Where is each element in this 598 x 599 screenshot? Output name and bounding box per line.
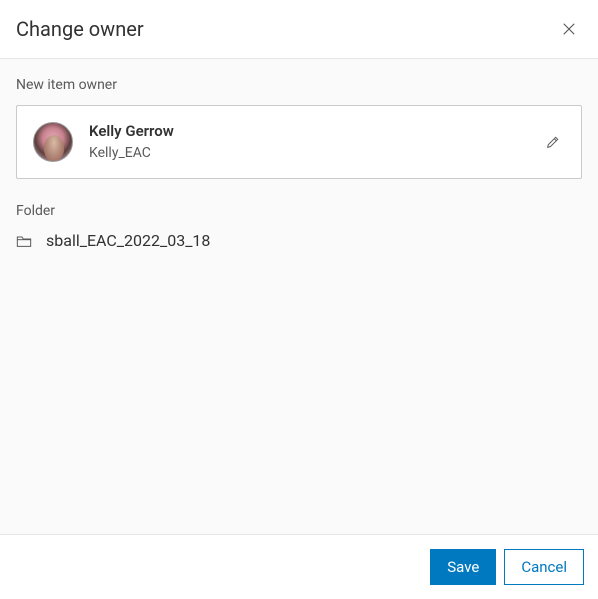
new-owner-label: New item owner (16, 77, 582, 93)
folder-row[interactable]: sball_EAC_2022_03_18 (16, 231, 582, 250)
owner-display-name: Kelly Gerrow (89, 122, 541, 142)
edit-owner-button[interactable] (541, 130, 565, 154)
close-icon (560, 20, 578, 38)
save-button[interactable]: Save (430, 549, 496, 585)
new-owner-section: New item owner Kelly Gerrow Kelly_EAC (16, 77, 582, 179)
dialog-footer: Save Cancel (0, 534, 598, 599)
dialog-header: Change owner (0, 0, 598, 59)
dialog-title: Change owner (16, 17, 144, 41)
owner-card: Kelly Gerrow Kelly_EAC (16, 105, 582, 179)
owner-username: Kelly_EAC (89, 144, 541, 162)
pencil-icon (545, 134, 561, 150)
folder-section: Folder sball_EAC_2022_03_18 (16, 203, 582, 250)
dialog-body: New item owner Kelly Gerrow Kelly_EAC (0, 59, 598, 534)
avatar (33, 122, 73, 162)
change-owner-dialog: Change owner New item owner Kelly Gerrow… (0, 0, 598, 599)
owner-text: Kelly Gerrow Kelly_EAC (89, 122, 541, 162)
cancel-button[interactable]: Cancel (504, 549, 584, 585)
folder-icon (16, 234, 32, 248)
close-button[interactable] (556, 16, 582, 42)
folder-label: Folder (16, 203, 582, 219)
folder-name: sball_EAC_2022_03_18 (46, 231, 210, 250)
